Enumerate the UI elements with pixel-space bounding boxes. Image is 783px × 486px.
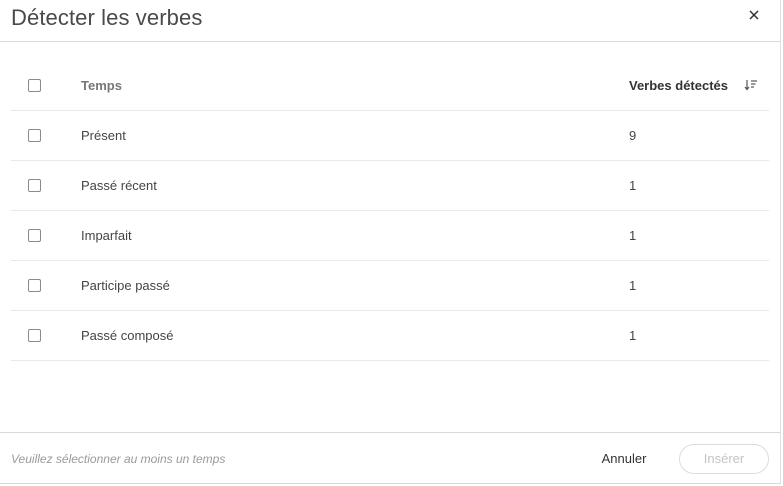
- dialog-title: Détecter les verbes: [11, 5, 203, 30]
- cell-temps: Présent: [81, 128, 126, 143]
- row-checkbox[interactable]: [28, 129, 41, 142]
- dialog-footer: Veuillez sélectionner au moins un temps …: [0, 432, 781, 484]
- cell-verbes-count: 1: [629, 278, 637, 293]
- table-header-row: Temps Verbes détectés: [11, 61, 769, 111]
- close-button[interactable]: [745, 6, 763, 24]
- cell-verbes-count: 1: [629, 178, 637, 193]
- row-checkbox[interactable]: [28, 229, 41, 242]
- cell-verbes-count: 1: [629, 328, 637, 343]
- detect-verbs-dialog: Détecter les verbes Temps Verbes détecté…: [0, 0, 781, 484]
- table-row[interactable]: Passé composé 1: [11, 311, 769, 361]
- tenses-table: Temps Verbes détectés Présent 9 Passé ré…: [11, 61, 769, 361]
- cell-verbes-count: 9: [629, 128, 637, 143]
- select-all-checkbox[interactable]: [28, 79, 41, 92]
- cell-temps: Passé composé: [81, 328, 174, 343]
- column-header-temps[interactable]: Temps: [81, 78, 122, 94]
- table-row[interactable]: Participe passé 1: [11, 261, 769, 311]
- cell-temps: Imparfait: [81, 228, 132, 243]
- row-checkbox[interactable]: [28, 329, 41, 342]
- row-checkbox[interactable]: [28, 279, 41, 292]
- sort-descending-icon[interactable]: [744, 79, 758, 91]
- column-header-verbes-detectes[interactable]: Verbes détectés: [629, 78, 728, 94]
- table-row[interactable]: Présent 9: [11, 111, 769, 161]
- row-checkbox[interactable]: [28, 179, 41, 192]
- cancel-button[interactable]: Annuler: [589, 444, 659, 474]
- table-row[interactable]: Passé récent 1: [11, 161, 769, 211]
- dialog-header: Détecter les verbes: [0, 0, 781, 42]
- selection-hint: Veuillez sélectionner au moins un temps: [11, 452, 226, 466]
- table-row[interactable]: Imparfait 1: [11, 211, 769, 261]
- cell-temps: Participe passé: [81, 278, 170, 293]
- close-icon: [749, 10, 759, 20]
- insert-button[interactable]: Insérer: [679, 444, 769, 474]
- cell-verbes-count: 1: [629, 228, 637, 243]
- cell-temps: Passé récent: [81, 178, 157, 193]
